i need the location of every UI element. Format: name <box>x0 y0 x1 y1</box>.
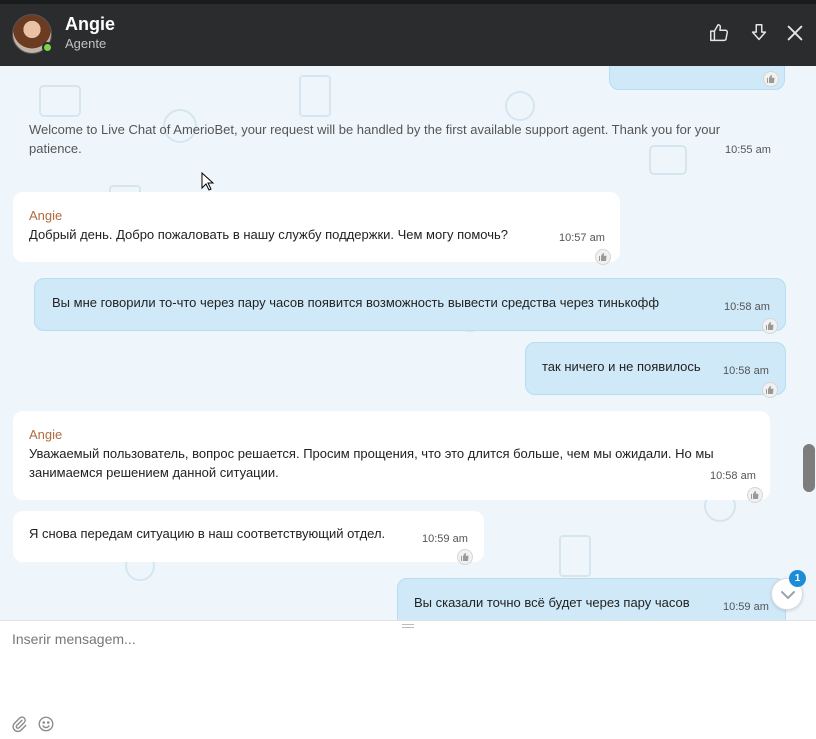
unread-count-badge: 1 <box>789 570 806 587</box>
message-text: Вы мне говорили то-что через пару часов … <box>52 295 660 310</box>
online-status-dot <box>42 42 53 53</box>
message-sender: Angie <box>29 208 63 223</box>
reaction-button[interactable] <box>595 249 611 265</box>
like-icon <box>766 322 774 330</box>
like-icon <box>599 253 607 261</box>
system-message-time: 10:55 am <box>725 144 771 156</box>
emoji-button[interactable] <box>37 715 55 733</box>
window-top-strip <box>0 0 816 4</box>
message-bubble-user-partial: 10:55 am <box>609 66 785 90</box>
message-bubble-user: Вы сказали точно всё будет через пару ча… <box>397 578 786 620</box>
reaction-button[interactable] <box>763 71 779 87</box>
message-text: так ничего и не появилось <box>542 359 701 374</box>
message-time: 10:59 am <box>422 533 468 545</box>
message-bubble-user: так ничего и не появилось 10:58 am <box>525 342 786 398</box>
thumbs-up-icon <box>710 24 728 42</box>
message-bubble-agent: Angie Добрый день. Добро пожаловать в на… <box>13 192 620 265</box>
agent-role: Agente <box>65 36 107 51</box>
paperclip-icon <box>12 716 27 733</box>
chat-messages-area[interactable]: 10:55 am Welcome to Live Chat of AmerioB… <box>0 66 816 620</box>
message-text: Вы сказали точно всё будет через пару ча… <box>414 595 690 610</box>
message-composer <box>0 620 816 739</box>
agent-name: Angie <box>65 14 116 34</box>
message-time: 10:57 am <box>559 232 605 244</box>
like-icon <box>751 491 759 499</box>
chat-header: Angie Agente <box>0 0 816 66</box>
mouse-cursor-icon <box>201 172 215 191</box>
agent-avatar <box>12 14 53 54</box>
message-text: Уважаемый пользователь, вопрос решается.… <box>29 446 714 480</box>
chevron-down-icon <box>781 591 795 600</box>
like-icon <box>461 553 469 561</box>
close-icon <box>787 25 803 41</box>
message-bubble-user: Вы мне говорили то-что через пару часов … <box>34 278 786 334</box>
attach-button[interactable] <box>10 715 28 733</box>
message-text: Добрый день. Добро пожаловать в нашу слу… <box>29 227 509 242</box>
message-sender: Angie <box>29 427 63 442</box>
message-time: 10:58 am <box>723 365 769 377</box>
message-input[interactable] <box>12 631 802 711</box>
like-icon <box>766 386 774 394</box>
reaction-button[interactable] <box>457 549 473 565</box>
scrollbar-thumb[interactable] <box>803 444 815 492</box>
smiley-icon <box>38 716 54 732</box>
like-icon <box>767 75 775 83</box>
reaction-button[interactable] <box>762 318 778 334</box>
message-time: 10:59 am <box>723 601 769 613</box>
message-time: 10:58 am <box>710 470 756 482</box>
close-button[interactable] <box>784 22 806 44</box>
message-bubble-agent: Angie Уважаемый пользователь, вопрос реш… <box>13 411 770 503</box>
download-button[interactable] <box>748 22 770 44</box>
thumbs-up-button[interactable] <box>708 22 730 44</box>
message-bubble-agent: Я снова передам ситуацию в наш соответст… <box>13 511 484 565</box>
composer-resize-handle[interactable] <box>402 624 414 628</box>
reaction-button[interactable] <box>747 487 763 503</box>
message-time: 10:58 am <box>724 301 770 313</box>
download-icon <box>751 24 767 41</box>
reaction-button[interactable] <box>762 382 778 398</box>
system-welcome-message: Welcome to Live Chat of AmerioBet, your … <box>29 122 721 156</box>
message-text: Я снова передам ситуацию в наш соответст… <box>29 526 386 541</box>
